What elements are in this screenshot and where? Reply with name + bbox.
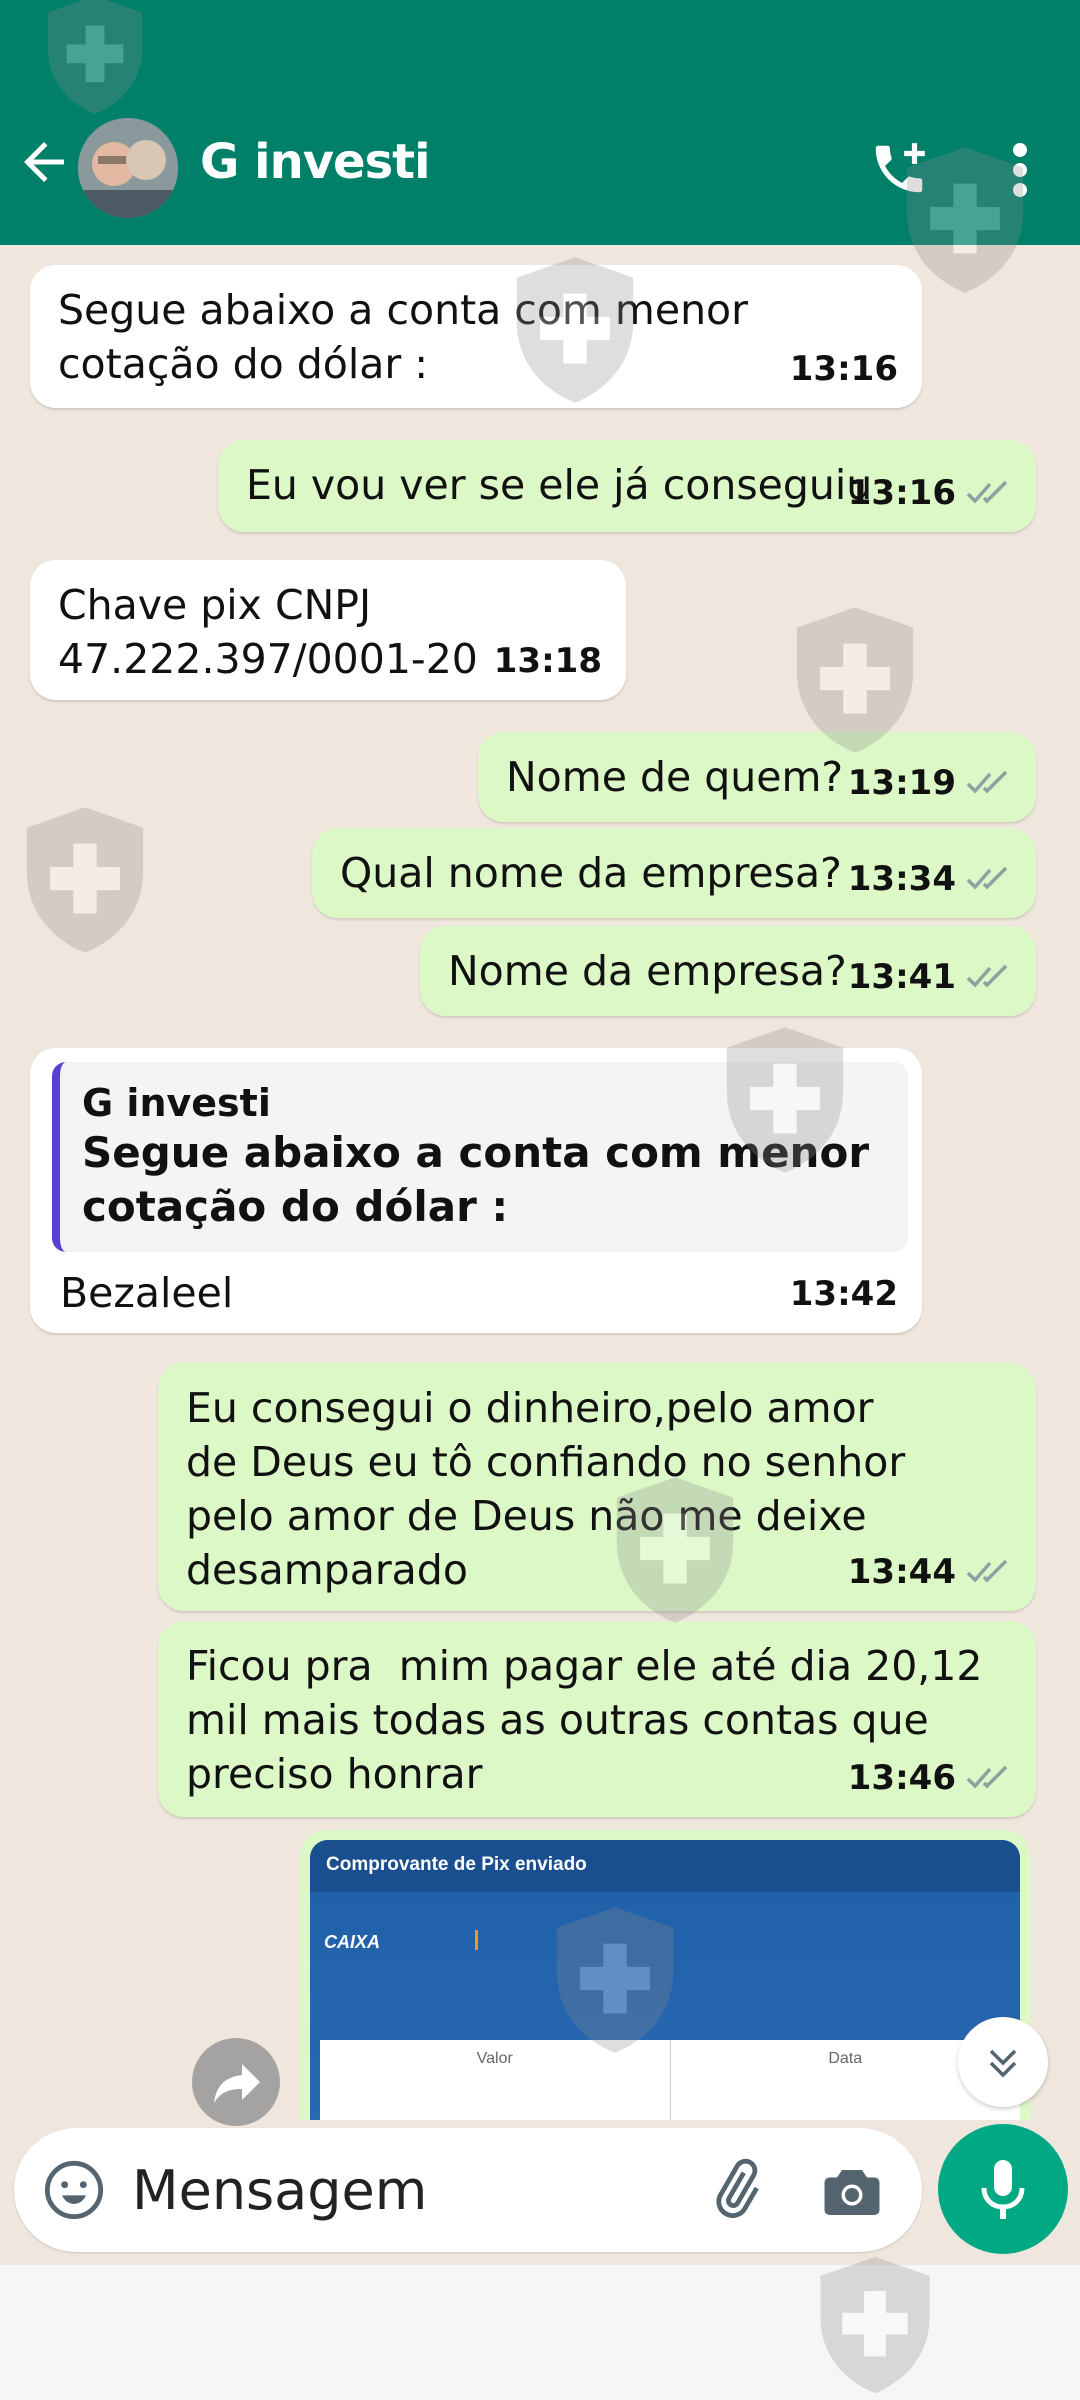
message-input[interactable] [132, 2148, 692, 2232]
message-composer [14, 2128, 922, 2252]
quoted-text: Segue abaixo a conta com menor cotação d… [82, 1128, 870, 1231]
message-outgoing[interactable]: Eu vou ver se ele já conseguiu 13:16 [218, 440, 1036, 532]
system-nav-bar [0, 2265, 1080, 2400]
message-time: 13:34 [848, 852, 1012, 906]
double-check-icon [966, 770, 1008, 794]
quoted-message[interactable]: G investi Segue abaixo a conta com menor… [52, 1062, 908, 1252]
pix-col-value: Valor [320, 2040, 671, 2120]
message-text: Bezaleel [60, 1269, 234, 1317]
message-incoming[interactable]: Chave pix CNPJ 47.222.397/0001-20 13:18 [30, 560, 626, 700]
message-time: 13:18 [493, 641, 602, 681]
voice-message-button[interactable] [938, 2124, 1068, 2254]
message-time: 13:46 [848, 1751, 1012, 1805]
double-check-icon [966, 480, 1008, 504]
message-outgoing[interactable]: Eu consegui o dinheiro,pelo amor de Deus… [158, 1363, 1036, 1611]
add-call-icon[interactable] [868, 138, 930, 200]
image-message[interactable]: Comprovante de Pix enviado CAIXA Valor D… [300, 1830, 1030, 2120]
camera-icon[interactable] [822, 2162, 882, 2218]
arrow-left-icon[interactable] [14, 132, 74, 192]
message-time: 13:16 [848, 466, 1012, 520]
scroll-to-bottom-button[interactable] [958, 2017, 1048, 2107]
chevron-double-down-icon [989, 2049, 1017, 2078]
message-incoming-reply[interactable]: G investi Segue abaixo a conta com menor… [30, 1048, 922, 1333]
chat-area[interactable]: Segue abaixo a conta com menor cotação d… [0, 245, 1080, 2125]
emoji-icon[interactable] [42, 2158, 106, 2222]
avatar[interactable] [78, 118, 178, 218]
message-outgoing[interactable]: Nome de quem? 13:19 [478, 732, 1036, 822]
pix-receipt-header: Comprovante de Pix enviado [310, 1840, 1020, 1892]
microphone-icon [981, 2160, 1025, 2219]
double-check-icon [966, 1559, 1008, 1583]
message-outgoing[interactable]: Nome da empresa? 13:41 [420, 926, 1036, 1016]
more-vert-icon[interactable] [1000, 140, 1040, 200]
double-check-icon [966, 1765, 1008, 1789]
attach-icon[interactable] [704, 2158, 768, 2222]
forward-icon [214, 2064, 260, 2103]
message-time: 13:42 [789, 1274, 898, 1314]
chat-title[interactable]: G investi [200, 134, 431, 190]
chat-header: G investi [0, 0, 1080, 245]
forward-button[interactable] [192, 2038, 280, 2126]
caixa-logo: CAIXA [324, 1932, 381, 1952]
message-outgoing[interactable]: Qual nome da empresa? 13:34 [312, 828, 1036, 918]
double-check-icon [966, 866, 1008, 890]
message-time: 13:41 [848, 950, 1012, 1004]
message-outgoing[interactable]: Ficou pra mim pagar ele até dia 20,12 mi… [158, 1621, 1036, 1817]
message-incoming[interactable]: Segue abaixo a conta com menor cotação d… [30, 265, 922, 408]
pix-receipt-image: Comprovante de Pix enviado CAIXA Valor D… [310, 1840, 1020, 2120]
quoted-author: G investi [82, 1081, 271, 1125]
message-time: 13:16 [789, 349, 898, 389]
pix-receipt-table: Valor Data [320, 2040, 1020, 2120]
cursor-mark [475, 1930, 478, 1950]
double-check-icon [966, 964, 1008, 988]
message-time: 13:44 [848, 1545, 1012, 1599]
message-text: Segue abaixo a conta com menor cotação d… [58, 286, 748, 388]
message-time: 13:19 [848, 756, 1012, 810]
